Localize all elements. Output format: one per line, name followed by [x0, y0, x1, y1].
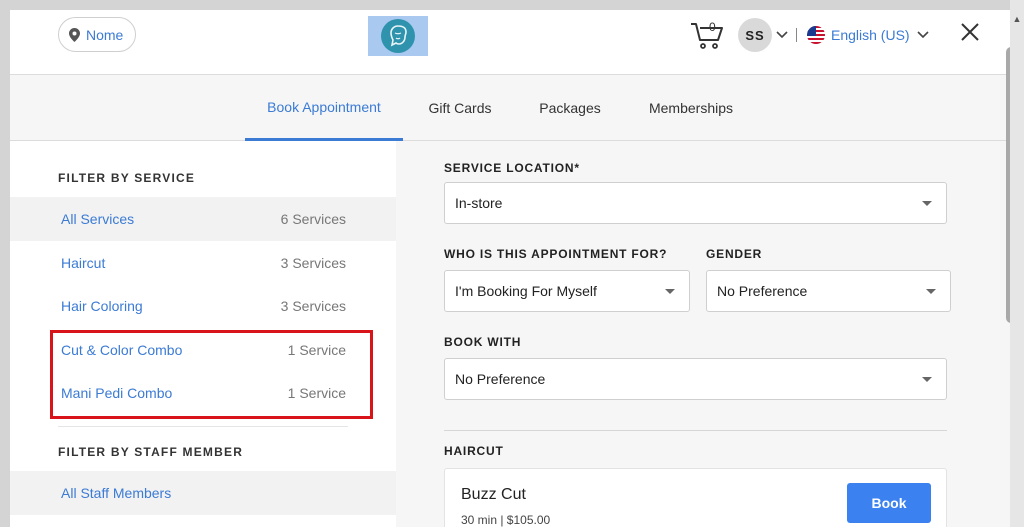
tab-memberships[interactable]: Memberships: [635, 75, 747, 141]
cart-count-badge: 0: [709, 20, 716, 34]
book-button[interactable]: Book: [847, 483, 931, 523]
header-bar: Nome 0 SS English (US): [10, 10, 1010, 75]
booking-form: SERVICE LOCATION* In-store WHO IS THIS A…: [396, 141, 996, 527]
appointment-for-select[interactable]: I'm Booking For Myself: [444, 270, 690, 312]
service-filter-count: 3 Services: [280, 255, 346, 271]
language-chevron-icon[interactable]: [917, 31, 929, 39]
nav-tabs: Book Appointment Gift Cards Packages Mem…: [10, 75, 1010, 141]
location-button[interactable]: Nome: [58, 17, 137, 52]
service-duration-price: 30 min | $105.00: [461, 513, 551, 527]
gender-label: GENDER: [706, 247, 763, 261]
service-filter-hair-coloring[interactable]: Hair Coloring 3 Services: [10, 284, 396, 328]
sidebar-divider: [58, 426, 348, 427]
service-location-label: SERVICE LOCATION*: [444, 161, 580, 175]
service-card: Buzz Cut 30 min | $105.00 Book: [444, 468, 947, 527]
service-location-value: In-store: [455, 195, 503, 211]
service-filter-label: Haircut: [61, 255, 106, 271]
dropdown-caret-icon: [922, 201, 932, 206]
service-filter-count: 6 Services: [280, 211, 346, 227]
filter-service-heading: FILTER BY SERVICE: [58, 171, 196, 185]
brand-logo: [368, 16, 428, 56]
staff-filter-label: All Staff Members: [61, 485, 172, 501]
book-with-label: BOOK WITH: [444, 335, 522, 349]
category-heading: HAIRCUT: [444, 444, 504, 458]
service-filter-label: Hair Coloring: [61, 298, 143, 314]
gender-value: No Preference: [717, 283, 808, 299]
close-icon[interactable]: [960, 22, 980, 42]
filter-sidebar: FILTER BY SERVICE All Services 6 Service…: [10, 141, 396, 527]
us-flag-icon: [807, 26, 825, 44]
appointment-for-label: WHO IS THIS APPOINTMENT FOR?: [444, 247, 668, 261]
book-with-value: No Preference: [455, 371, 546, 387]
chevron-down-icon[interactable]: [776, 31, 788, 39]
dropdown-caret-icon: [926, 289, 936, 294]
service-name: Buzz Cut: [461, 486, 526, 503]
service-filter-all[interactable]: All Services 6 Services: [10, 197, 396, 241]
tab-book-appointment[interactable]: Book Appointment: [245, 75, 403, 141]
tab-gift-cards[interactable]: Gift Cards: [415, 75, 505, 141]
annotation-highlight-box: [50, 330, 373, 419]
service-filter-count: 3 Services: [280, 298, 346, 314]
dropdown-caret-icon: [665, 289, 675, 294]
book-with-select[interactable]: No Preference: [444, 358, 947, 400]
service-filter-haircut[interactable]: Haircut 3 Services: [10, 241, 396, 285]
lion-head-icon: [390, 25, 407, 47]
location-label: Nome: [86, 26, 124, 43]
gender-select[interactable]: No Preference: [706, 270, 951, 312]
filter-staff-heading: FILTER BY STAFF MEMBER: [58, 445, 244, 459]
scroll-up-arrow-icon[interactable]: ▲: [1012, 14, 1022, 24]
content-scrollbar-thumb[interactable]: [1006, 47, 1010, 323]
dropdown-caret-icon: [922, 377, 932, 382]
user-avatar[interactable]: SS: [738, 18, 772, 52]
booking-modal: Nome 0 SS English (US) Book Appointment …: [10, 10, 1010, 527]
language-selector[interactable]: English (US): [831, 27, 910, 43]
cart-icon[interactable]: [690, 20, 726, 50]
outer-scrollbar[interactable]: ▲: [1010, 0, 1024, 527]
section-divider: [444, 430, 947, 431]
service-filter-label: All Services: [61, 211, 135, 227]
tab-packages[interactable]: Packages: [525, 75, 615, 141]
appointment-for-value: I'm Booking For Myself: [455, 283, 597, 299]
staff-filter-all[interactable]: All Staff Members: [10, 471, 396, 515]
map-pin-icon: [69, 27, 80, 42]
service-location-select[interactable]: In-store: [444, 182, 947, 224]
header-divider: [796, 28, 797, 42]
